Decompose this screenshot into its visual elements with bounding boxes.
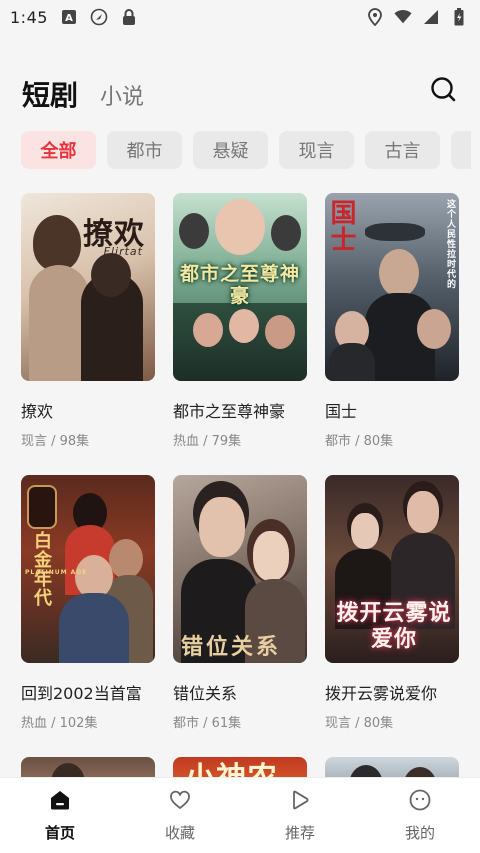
poster-title: 国士 <box>326 199 356 253</box>
drama-card[interactable]: 国士 这个人民性拉时代的 国士 都市 / 80集 <box>325 193 459 449</box>
nav-profile[interactable]: 我的 <box>360 788 480 843</box>
search-button[interactable] <box>428 76 458 106</box>
poster-subtitle: 这个人民性拉时代的 <box>445 199 455 289</box>
drama-meta: 现言 / 80集 <box>325 716 394 731</box>
drama-title: 拨开云雾说爱你 <box>325 684 438 703</box>
poster-title: 都市之至尊神豪 <box>179 263 300 307</box>
drama-poster[interactable]: 错位关系 <box>173 475 307 663</box>
drama-card[interactable]: 错位关系 错位关系 都市 / 61集 <box>173 475 307 731</box>
poster-title: 拨开云雾说爱你 <box>336 601 452 652</box>
signal-icon <box>422 8 440 26</box>
tab-novel[interactable]: 小说 <box>100 79 144 111</box>
bottom-navigation: 首页 收藏 推荐 我的 <box>0 777 480 853</box>
poster-subtitle: PLATINUM AGE <box>25 569 88 576</box>
heart-icon <box>168 788 192 816</box>
drama-title: 撩欢 <box>21 402 54 421</box>
nav-favorites[interactable]: 收藏 <box>120 788 240 843</box>
filter-chip-all[interactable]: 全部 <box>21 131 96 169</box>
smile-icon <box>408 788 432 816</box>
drama-card[interactable]: 都市之至尊神豪 都市之至尊神豪 热血 / 79集 <box>173 193 307 449</box>
filter-chip-suspense[interactable]: 悬疑 <box>193 131 268 169</box>
filter-chip-more[interactable] <box>451 131 471 169</box>
header: 短剧 小说 <box>22 70 458 114</box>
drama-grid: 撩欢 Flirtat 撩欢 现言 / 98集 都市之至尊神豪 都市之至尊神豪 热… <box>21 193 459 797</box>
nav-home[interactable]: 首页 <box>0 788 120 843</box>
nav-label: 收藏 <box>164 824 195 842</box>
drama-title: 回到2002当首富 <box>21 684 142 703</box>
a-badge-icon: A <box>60 8 78 26</box>
category-filter-bar: 全部 都市 悬疑 现言 古言 <box>21 131 480 171</box>
status-bar: 1:45 A <box>0 0 480 34</box>
status-right <box>366 8 468 26</box>
drama-meta: 都市 / 61集 <box>173 716 242 731</box>
home-icon <box>48 788 72 816</box>
drama-poster[interactable]: 撩欢 Flirtat <box>21 193 155 381</box>
filter-chip-ancient-romance[interactable]: 古言 <box>365 131 440 169</box>
filter-chip-modern-romance[interactable]: 现言 <box>279 131 354 169</box>
drama-title: 国士 <box>325 402 358 421</box>
poster-title: 错位关系 <box>181 634 282 660</box>
tab-short-drama[interactable]: 短剧 <box>22 74 78 114</box>
poster-subtitle: Flirtat <box>103 245 143 258</box>
drama-meta: 热血 / 79集 <box>173 434 242 449</box>
drama-card[interactable]: 拨开云雾说爱你 拨开云雾说爱你 现言 / 80集 <box>325 475 459 731</box>
nav-recommend[interactable]: 推荐 <box>240 788 360 843</box>
nav-label: 推荐 <box>284 824 315 842</box>
svg-text:A: A <box>65 13 73 24</box>
filter-chip-urban[interactable]: 都市 <box>107 131 182 169</box>
drama-poster[interactable]: 拨开云雾说爱你 <box>325 475 459 663</box>
drama-card[interactable]: 撩欢 Flirtat 撩欢 现言 / 98集 <box>21 193 155 449</box>
navigation-icon <box>90 8 108 26</box>
drama-poster[interactable]: 白金年代 PLATINUM AGE <box>21 475 155 663</box>
drama-poster[interactable]: 国士 这个人民性拉时代的 <box>325 193 459 381</box>
drama-title: 都市之至尊神豪 <box>173 402 286 421</box>
lock-icon <box>120 8 138 26</box>
drama-meta: 现言 / 98集 <box>21 434 90 449</box>
battery-icon <box>450 8 468 26</box>
play-icon <box>288 788 312 816</box>
status-time: 1:45 <box>10 7 48 27</box>
status-left: 1:45 A <box>10 8 138 27</box>
drama-meta: 都市 / 80集 <box>325 434 394 449</box>
search-icon <box>430 76 456 106</box>
nav-label: 首页 <box>44 824 75 842</box>
drama-title: 错位关系 <box>173 684 238 703</box>
nav-label: 我的 <box>404 824 435 842</box>
wifi-icon <box>394 8 412 26</box>
drama-poster[interactable]: 都市之至尊神豪 <box>173 193 307 381</box>
drama-card[interactable]: 白金年代 PLATINUM AGE 回到2002当首富 热血 / 102集 <box>21 475 155 731</box>
location-icon <box>366 8 384 26</box>
drama-meta: 热血 / 102集 <box>21 716 98 731</box>
